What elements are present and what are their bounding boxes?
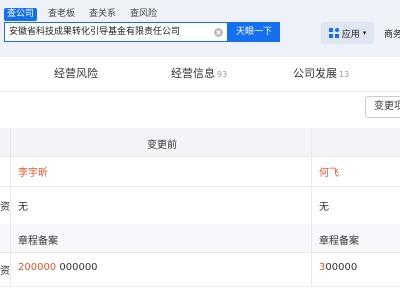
top-search-bar: 查公司 查老板 查关系 查风险 安徽省科技成果转化引导基金有限责任公司 天眼一下… <box>0 0 400 57</box>
table-row: 资 无 无 <box>0 186 400 225</box>
section-nav: 经营风险 经营信息 93 公司发展 13 <box>0 57 400 92</box>
table-row: 资 200000 000000 300000 <box>0 252 400 287</box>
change-items-filter-button[interactable]: 变更项 <box>365 96 400 118</box>
after-value: 无 <box>319 202 329 213</box>
nav-tab-operating-info[interactable]: 经营信息 93 <box>171 65 227 81</box>
tab-relation[interactable]: 查关系 <box>86 8 119 21</box>
nav-tab-label: 经营信息 <box>171 67 215 80</box>
search-input[interactable]: 安徽省科技成果转化引导基金有限责任公司 <box>9 26 209 39</box>
tab-risk[interactable]: 查风险 <box>127 8 160 21</box>
nav-tab-label: 公司发展 <box>293 67 337 80</box>
nav-tab-count: 13 <box>339 70 350 79</box>
tab-company[interactable]: 查公司 <box>4 8 38 21</box>
search-type-tabs: 查公司 查老板 查关系 查风险 <box>4 8 160 21</box>
column-divider <box>311 128 312 286</box>
before-value-rest: 000000 <box>56 262 98 273</box>
table-row: 李宇昕 何飞 <box>0 156 400 187</box>
before-value-changed-part: 200000 <box>18 262 57 273</box>
before-value: 李宇昕 <box>18 168 48 179</box>
search-button[interactable]: 天眼一下 <box>228 22 280 42</box>
table-row: 章程备案 章程备案 <box>0 224 400 253</box>
column-divider <box>10 128 11 286</box>
after-value: 章程备案 <box>319 236 359 247</box>
apps-button[interactable]: 应用 ▾ <box>321 22 374 44</box>
apps-label: 应用 <box>341 29 360 40</box>
tab-boss[interactable]: 查老板 <box>45 8 78 21</box>
nav-tab-company-development[interactable]: 公司发展 13 <box>293 65 349 81</box>
business-link[interactable]: 商务 <box>384 27 400 40</box>
before-value: 无 <box>18 202 28 213</box>
row-label: 资 <box>0 266 10 277</box>
table-header: 变更前 <box>0 128 400 157</box>
column-header-before: 变更前 <box>147 140 177 151</box>
nav-tab-operating-risk[interactable]: 经营风险 <box>54 65 100 81</box>
before-value: 200000 000000 <box>18 262 98 273</box>
before-value: 章程备案 <box>18 236 58 247</box>
apps-grid-icon <box>328 28 339 38</box>
after-value: 何飞 <box>319 168 339 179</box>
search-box: 安徽省科技成果转化引导基金有限责任公司 <box>4 22 228 42</box>
after-value: 300000 <box>319 262 357 273</box>
clear-icon[interactable] <box>214 28 223 37</box>
row-label: 资 <box>0 202 10 213</box>
caret-down-icon: ▾ <box>362 29 367 37</box>
nav-tab-label: 经营风险 <box>54 67 98 80</box>
nav-tab-count: 93 <box>217 70 228 79</box>
after-value-rest: 00000 <box>325 262 358 273</box>
